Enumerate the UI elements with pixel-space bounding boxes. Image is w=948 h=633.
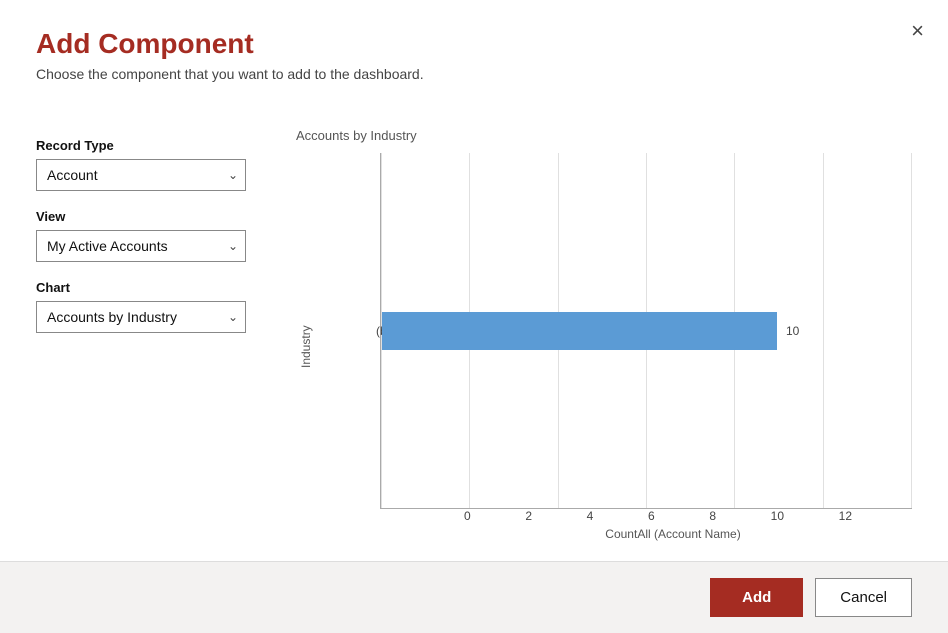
x-axis-ticks: 0 2 4 6 8 10 12 <box>464 509 882 523</box>
record-type-select[interactable]: Account <box>36 159 246 191</box>
dialog-subtitle: Choose the component that you want to ad… <box>36 66 912 82</box>
y-axis-label: Industry <box>296 153 316 541</box>
x-labels-area: 0 2 4 6 8 10 12 CountAll (Account Name) <box>464 509 912 541</box>
cancel-button[interactable]: Cancel <box>815 578 912 617</box>
x-tick-6: 6 <box>648 509 655 523</box>
record-type-field: Record Type Account ⌄ <box>36 138 256 191</box>
chart-title: Accounts by Industry <box>296 128 912 143</box>
y-axis-labels <box>320 153 380 541</box>
dialog-body: Record Type Account ⌄ View My Active Acc… <box>0 98 948 561</box>
chart-select-wrapper: Accounts by Industry ⌄ <box>36 301 246 333</box>
x-axis-label: CountAll (Account Name) <box>464 527 882 541</box>
right-panel: Accounts by Industry Industry <box>296 118 912 541</box>
left-panel: Record Type Account ⌄ View My Active Acc… <box>36 118 256 541</box>
dialog-footer: Add Cancel <box>0 561 948 633</box>
grid-line-6 <box>911 153 912 508</box>
view-select[interactable]: My Active Accounts <box>36 230 246 262</box>
y-label-blank <box>369 341 372 353</box>
x-tick-12: 12 <box>839 509 852 523</box>
chart-field: Chart Accounts by Industry ⌄ <box>36 280 256 333</box>
chart-area: Industry <box>296 153 912 541</box>
chart-container: Industry <box>296 153 912 541</box>
close-button[interactable]: × <box>911 20 924 42</box>
bar-blank: 10 <box>382 312 777 350</box>
view-select-wrapper: My Active Accounts ⌄ <box>36 230 246 262</box>
dialog-title: Add Component <box>36 28 912 60</box>
bottom-labels: 0 2 4 6 8 10 12 CountAll (Account Name) <box>380 509 912 541</box>
add-component-dialog: Add Component Choose the component that … <box>0 0 948 633</box>
chart-select[interactable]: Accounts by Industry <box>36 301 246 333</box>
x-tick-8: 8 <box>709 509 716 523</box>
plot-wrapper: (blank) 10 0 2 <box>380 153 912 541</box>
x-tick-2: 2 <box>525 509 532 523</box>
x-tick-0: 0 <box>464 509 471 523</box>
record-type-select-wrapper: Account ⌄ <box>36 159 246 191</box>
view-label: View <box>36 209 256 224</box>
bar-row-blank: (blank) 10 <box>381 301 882 361</box>
x-labels-spacer <box>380 509 464 541</box>
dialog-header: Add Component Choose the component that … <box>0 0 948 98</box>
add-button[interactable]: Add <box>710 578 803 617</box>
x-tick-10: 10 <box>771 509 784 523</box>
x-tick-4: 4 <box>587 509 594 523</box>
bar-value-blank: 10 <box>786 324 799 338</box>
view-field: View My Active Accounts ⌄ <box>36 209 256 262</box>
plot-area: (blank) 10 <box>380 153 912 509</box>
record-type-label: Record Type <box>36 138 256 153</box>
chart-label: Chart <box>36 280 256 295</box>
